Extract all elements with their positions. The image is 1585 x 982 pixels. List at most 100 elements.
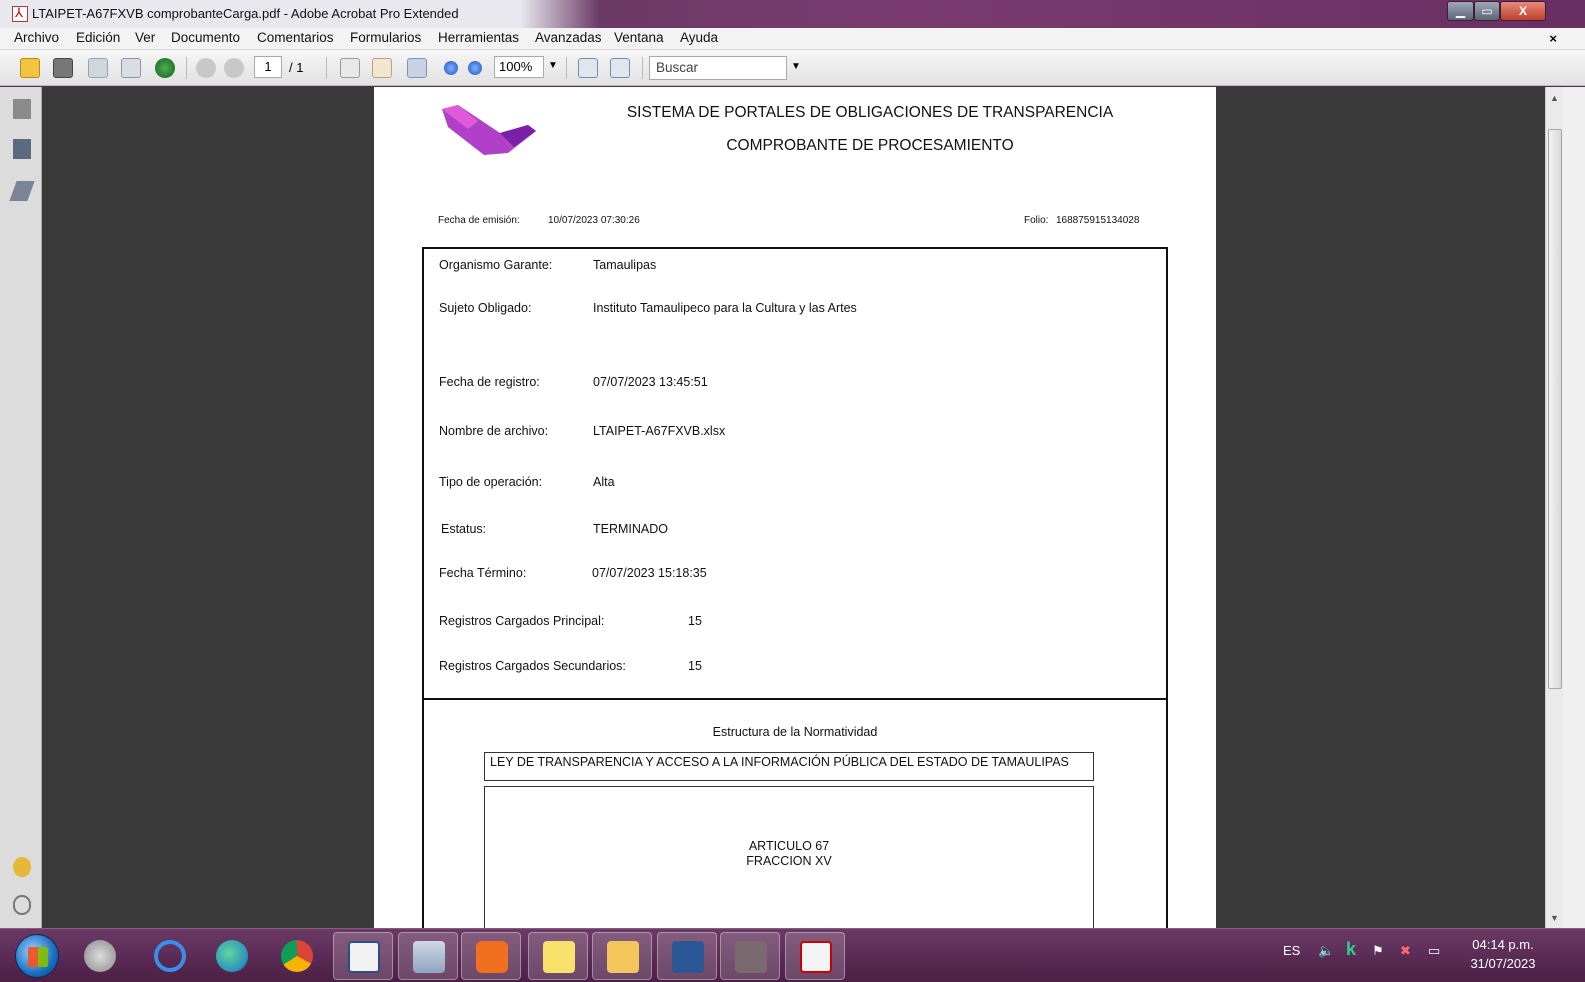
taskbar-banco-net[interactable] [720,932,780,980]
taskbar-acrobat[interactable] [785,932,845,980]
taskbar-word[interactable] [657,932,717,980]
hand-tool-icon[interactable] [372,58,392,78]
sujeto-label: Sujeto Obligado: [439,301,532,315]
taskbar-edge[interactable] [202,932,262,980]
word-icon [672,941,704,973]
taskbar-explorer[interactable] [592,932,652,980]
article-number: ARTICULO 67 [748,839,830,853]
menu-formularios[interactable]: Formularios [350,30,421,45]
nombre-archivo-value: LTAIPET-A67FXVB.xlsx [593,424,726,438]
toolbar-separator [642,57,643,79]
toolbar-separator [566,57,567,79]
comments-icon[interactable] [13,857,31,877]
zoom-level-select[interactable]: 100% [494,56,544,78]
maximize-icon: ▭ [1481,4,1493,18]
menu-herramientas[interactable]: Herramientas [438,30,519,45]
menu-archivo[interactable]: Archivo [14,30,59,45]
processing-info-box: Organismo Garante: Tamaulipas Sujeto Obl… [422,247,1168,699]
calendar-icon [348,941,380,973]
vertical-scrollbar[interactable]: ▲ ▼ [1545,87,1563,928]
email-icon[interactable] [121,58,141,78]
document-viewport[interactable]: SISTEMA DE PORTALES DE OBLIGACIONES DE T… [42,87,1545,928]
menu-bar: Archivo Edición Ver Documento Comentario… [0,28,1585,50]
open-folder-icon[interactable] [20,58,40,78]
organismo-value: Tamaulipas [593,258,657,272]
menu-ayuda[interactable]: Ayuda [680,30,718,45]
taskbar-media-app[interactable] [461,932,521,980]
page-number-input[interactable]: 1 [254,56,282,78]
collaborate-icon[interactable] [155,58,175,78]
article-box: ARTICULO 67 FRACCION XV [484,786,1094,928]
kaspersky-icon[interactable]: k [1346,939,1356,960]
normatividad-box: Estructura de la Normatividad LEY DE TRA… [422,698,1168,928]
edge-icon [216,940,248,972]
attachments-icon[interactable] [13,895,31,915]
fraction-number: FRACCION XV [746,854,832,868]
taskbar-chrome[interactable] [267,932,327,980]
next-page-icon[interactable] [224,58,244,78]
chevron-down-icon[interactable]: ▼ [791,61,801,72]
save-icon[interactable] [88,58,108,78]
menu-documento[interactable]: Documento [171,30,240,45]
chevron-down-icon[interactable]: ▼ [548,60,558,71]
network-disconnected-icon[interactable]: ✖ [1400,943,1411,959]
chrome-icon [281,940,313,972]
menu-ver[interactable]: Ver [135,30,155,45]
bookmarks-icon[interactable] [13,139,31,159]
organismo-label: Organismo Garante: [439,258,553,272]
scroll-up-icon[interactable]: ▲ [1550,93,1559,103]
toolbar-separator [326,57,327,79]
show-desktop-icon[interactable]: ▭ [1428,943,1440,959]
fecha-termino-label: Fecha Término: [439,566,527,580]
close-button[interactable]: X [1500,1,1546,21]
select-tool-icon[interactable] [340,58,360,78]
close-document-button[interactable]: × [1549,31,1557,46]
minimize-button[interactable]: ▁ [1447,1,1474,21]
window-title: LTAIPET-A67FXVB comprobanteCarga.pdf - A… [32,6,459,21]
maximize-button[interactable]: ▭ [1474,1,1500,21]
taskbar-calendar[interactable] [333,932,393,980]
fit-page-icon[interactable] [578,58,598,78]
minimize-icon: ▁ [1455,4,1466,18]
registros-secundarios-label: Registros Cargados Secundarios: [439,659,626,673]
system-clock[interactable]: 04:14 p.m. 31/07/2023 [1460,935,1546,973]
taskbar-notes[interactable] [528,932,588,980]
play-icon [476,941,508,973]
zoom-out-icon[interactable] [444,61,458,75]
windows-logo-icon [28,947,48,967]
fecha-termino-value: 07/07/2023 15:18:35 [592,566,707,580]
language-indicator[interactable]: ES [1283,943,1300,958]
taskbar-media-player[interactable] [70,932,130,980]
taskbar-calculator[interactable] [398,932,458,980]
volume-icon[interactable]: 🔈 [1318,943,1334,959]
fit-width-icon[interactable] [610,58,630,78]
zoom-tool-icon[interactable] [407,58,427,78]
toolbar: 1 / 1 100% ▼ Buscar ▼ [0,50,1585,86]
search-input[interactable]: Buscar [649,56,787,80]
taskbar-internet-explorer[interactable] [140,932,200,980]
portal-logo [442,105,536,155]
signatures-icon[interactable] [9,181,35,201]
menu-edicion[interactable]: Edición [76,30,120,45]
scroll-down-icon[interactable]: ▼ [1550,913,1559,923]
start-button[interactable] [15,934,59,978]
menu-avanzadas[interactable]: Avanzadas [535,30,602,45]
normatividad-title: Estructura de la Normatividad [712,725,878,739]
menu-comentarios[interactable]: Comentarios [257,30,334,45]
pages-icon[interactable] [13,99,31,119]
zoom-in-icon[interactable] [468,61,482,75]
scrollbar-thumb[interactable] [1548,129,1562,689]
registros-principal-value: 15 [688,614,702,628]
fecha-registro-label: Fecha de registro: [439,375,540,389]
taskbar: ES 🔈 k ⚑ ✖ ▭ 04:14 p.m. 31/07/2023 [0,928,1585,982]
fecha-emision-value: 10/07/2023 07:30:26 [548,215,640,226]
acrobat-app-icon [12,5,28,22]
menu-ventana[interactable]: Ventana [614,30,664,45]
action-center-flag-icon[interactable]: ⚑ [1372,943,1384,959]
folio-value: 168875915134028 [1056,215,1140,226]
registros-secundarios-value: 15 [688,659,702,673]
previous-page-icon[interactable] [196,58,216,78]
folio-label: Folio: [1024,215,1049,226]
print-icon[interactable] [53,58,73,78]
clock-time: 04:14 p.m. [1472,937,1534,952]
